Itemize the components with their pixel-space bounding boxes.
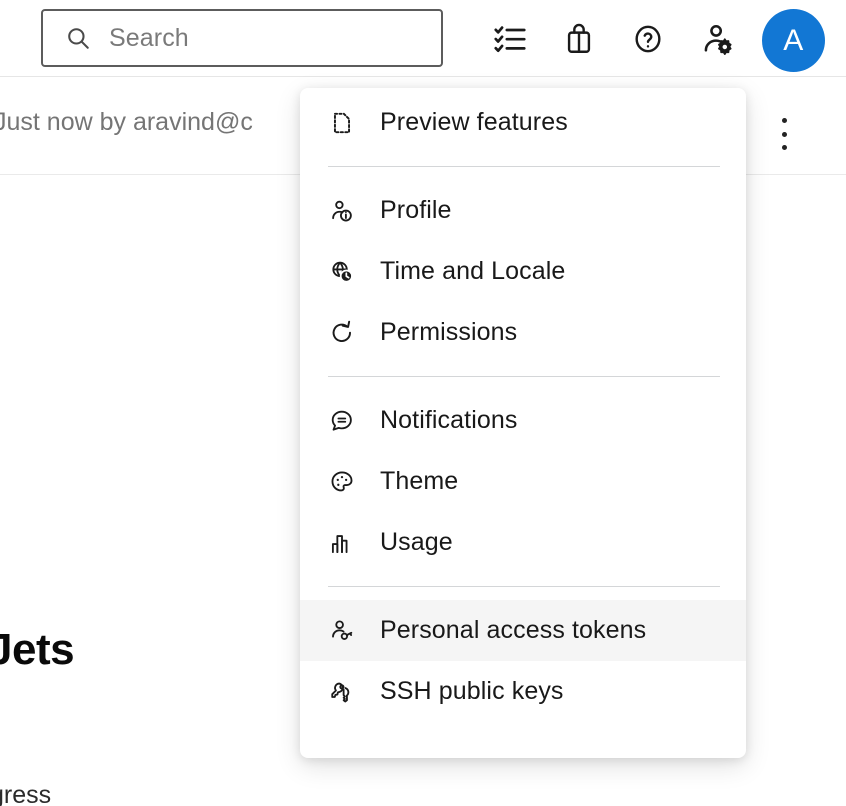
page-title: Jets <box>0 628 74 672</box>
refresh-arrow-icon <box>328 319 356 347</box>
menu-item-profile[interactable]: Profile <box>300 180 746 241</box>
menu-item-label: Preview features <box>380 110 568 135</box>
search-placeholder-text: Search <box>109 26 189 51</box>
profile-person-info-icon <box>328 197 356 225</box>
menu-item-label: Profile <box>380 198 452 223</box>
menu-item-permissions[interactable]: Permissions <box>300 302 746 363</box>
administration-button[interactable] <box>682 4 751 73</box>
tasks-checklist-icon <box>491 20 529 58</box>
marketplace-button[interactable] <box>544 4 613 73</box>
menu-item-ssh-public-keys[interactable]: SSH public keys <box>300 661 746 722</box>
menu-item-theme[interactable]: Theme <box>300 451 746 512</box>
app-root: Search <box>0 0 846 806</box>
help-button[interactable] <box>613 4 682 73</box>
menu-item-label: Notifications <box>380 408 517 433</box>
help-question-icon <box>631 22 665 56</box>
menu-item-label: Time and Locale <box>380 259 565 284</box>
search-icon <box>65 25 91 51</box>
marketplace-bag-icon <box>562 22 596 56</box>
last-modified-text: Just now by aravind@c <box>0 110 253 135</box>
bar-chart-icon <box>328 529 356 557</box>
menu-divider <box>328 166 720 167</box>
person-key-icon <box>328 617 356 645</box>
top-header-bar: Search <box>0 0 846 77</box>
page-subtext: gress <box>0 783 51 806</box>
kebab-dot <box>782 145 787 150</box>
menu-divider <box>328 586 720 587</box>
menu-item-label: Usage <box>380 530 453 555</box>
search-input[interactable]: Search <box>41 9 443 67</box>
avatar[interactable]: A <box>762 9 825 72</box>
globe-clock-icon <box>328 258 356 286</box>
kebab-menu-icon[interactable] <box>777 118 791 150</box>
menu-item-personal-access-tokens[interactable]: Personal access tokens <box>300 600 746 661</box>
menu-item-label: Theme <box>380 469 458 494</box>
keys-icon <box>328 678 356 706</box>
user-settings-dropdown-menu: Preview features Profile <box>300 88 746 758</box>
preview-page-icon <box>328 109 356 137</box>
tasks-checklist-button[interactable] <box>475 4 544 73</box>
menu-item-label: Permissions <box>380 320 517 345</box>
menu-item-label: Personal access tokens <box>380 618 646 643</box>
menu-divider <box>328 376 720 377</box>
kebab-dot <box>782 118 787 123</box>
menu-item-time-and-locale[interactable]: Time and Locale <box>300 241 746 302</box>
admin-user-gear-icon <box>699 21 735 57</box>
header-actions <box>475 0 751 77</box>
kebab-dot <box>782 132 787 137</box>
avatar-initial: A <box>783 24 804 58</box>
menu-item-preview-features[interactable]: Preview features <box>300 92 746 153</box>
menu-item-notifications[interactable]: Notifications <box>300 390 746 451</box>
paint-palette-icon <box>328 468 356 496</box>
menu-item-usage[interactable]: Usage <box>300 512 746 573</box>
menu-item-label: SSH public keys <box>380 679 564 704</box>
speech-bubble-icon <box>328 407 356 435</box>
